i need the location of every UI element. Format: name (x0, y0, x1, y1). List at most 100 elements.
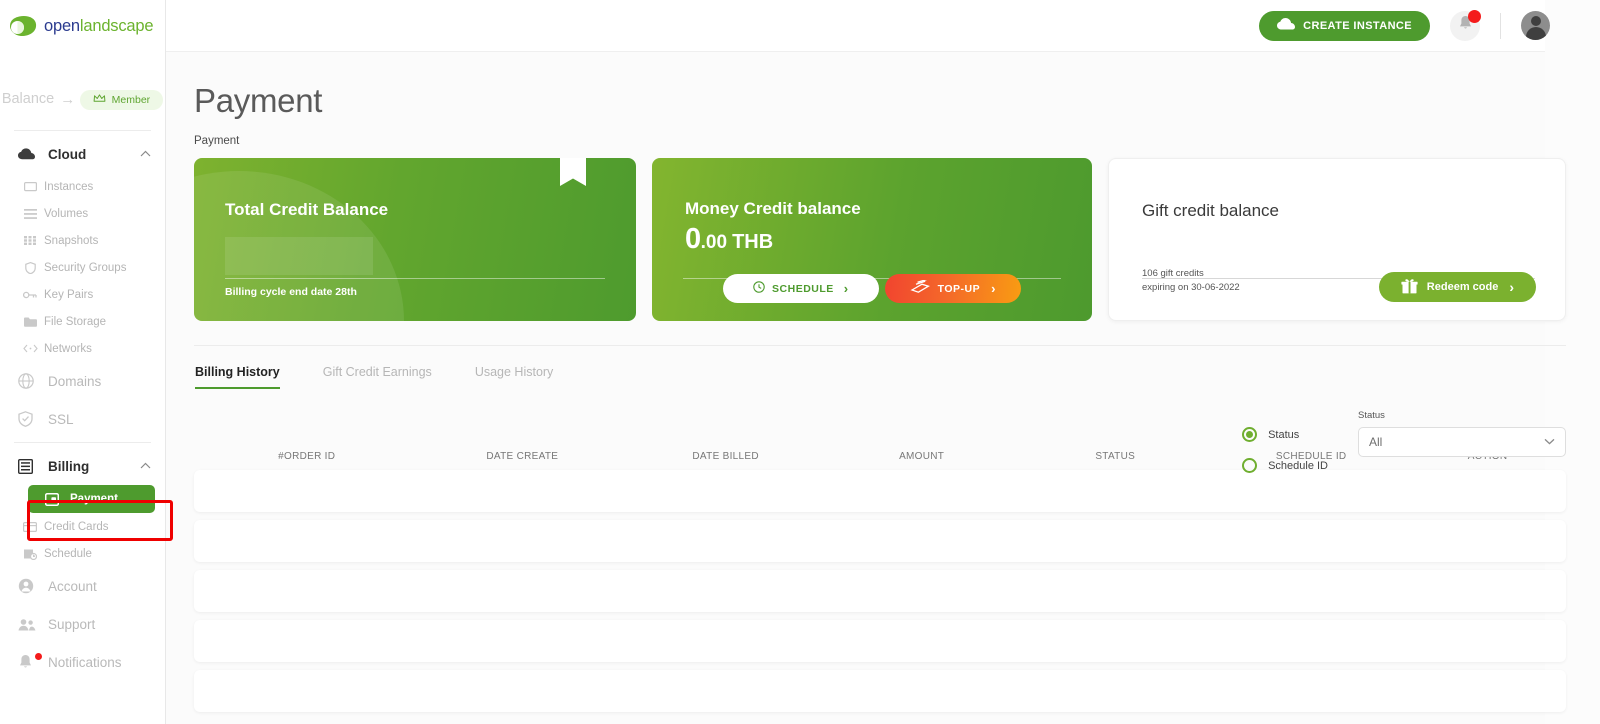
sidebar-group-support[interactable]: Support (0, 605, 165, 643)
credit-card-icon (910, 278, 930, 297)
sidebar-group-ssl[interactable]: SSL (0, 400, 165, 438)
billing-cycle-note: Billing cycle end date 28th (225, 286, 357, 298)
chevron-right-icon: › (1509, 279, 1514, 295)
sidebar-group-domains[interactable]: Domains (0, 362, 165, 400)
arrow-right-icon: → (60, 90, 76, 108)
radio-schedule-id-label: Schedule ID (1268, 459, 1328, 472)
sidebar-group-account[interactable]: Account (0, 567, 165, 605)
cloud-icon (1277, 18, 1296, 33)
sidebar-item-file-storage[interactable]: File Storage (0, 308, 165, 335)
clock-icon (753, 281, 765, 296)
sidebar-item-label: Instances (44, 180, 94, 193)
gift-credit-title: Gift credit balance (1142, 201, 1280, 220)
radio-status-label: Status (1268, 428, 1300, 441)
amount-decimal: .00 (700, 232, 728, 253)
chevron-up-icon[interactable] (140, 149, 151, 160)
calendar-clock-icon (20, 547, 40, 560)
radio-button-selected-icon (1242, 427, 1258, 442)
radio-schedule-id[interactable]: Schedule ID (1242, 450, 1328, 481)
code-icon (20, 344, 40, 353)
topup-button[interactable]: TOP-UP › (884, 274, 1021, 303)
card-divider (225, 278, 605, 279)
avatar-head (1530, 16, 1541, 26)
brand-logo[interactable]: openlandscape (0, 0, 165, 52)
sidebar-group-label: Support (48, 616, 96, 632)
column-status: STATUS (1095, 451, 1136, 462)
section-divider (194, 345, 1566, 346)
sidebar-group-label: SSL (48, 411, 74, 427)
cloud-icon (18, 148, 40, 160)
redeem-code-button[interactable]: Redeem code › (1378, 272, 1536, 302)
shield-check-icon (18, 411, 40, 427)
tab-gift-credit-earnings[interactable]: Gift Credit Earnings (323, 365, 432, 389)
sidebar-item-label: Schedule (44, 547, 92, 560)
radio-button-icon (1242, 458, 1258, 473)
billing-icon (18, 458, 40, 474)
grid-icon (20, 236, 40, 245)
sidebar-item-networks[interactable]: Networks (0, 335, 165, 362)
tab-usage-history[interactable]: Usage History (475, 365, 554, 389)
gift-credit-balance-card: Gift credit balance 106 gift credits exp… (1108, 158, 1566, 321)
brand-name: openlandscape (44, 16, 154, 36)
create-instance-label: CREATE INSTANCE (1303, 19, 1412, 32)
radio-status[interactable]: Status (1242, 419, 1328, 450)
globe-icon (18, 373, 40, 389)
history-tabs: Billing History Gift Credit Earnings Usa… (194, 365, 1566, 389)
chevron-down-icon (1544, 437, 1555, 447)
brand-name-open: open (44, 16, 80, 35)
sidebar-item-security-groups[interactable]: Security Groups (0, 254, 165, 281)
sidebar-group-label: Account (48, 578, 97, 594)
create-instance-button[interactable]: CREATE INSTANCE (1259, 10, 1430, 41)
gift-credits-expiry: expiring on 30-06-2022 (1142, 282, 1240, 294)
sidebar-group-notifications[interactable]: Notifications (0, 643, 165, 681)
sidebar-item-snapshots[interactable]: Snapshots (0, 227, 165, 254)
topbar: CREATE INSTANCE (166, 0, 1600, 52)
monitor-icon (20, 181, 40, 192)
main-area: CREATE INSTANCE Payment Payment Total Cr… (166, 0, 1600, 724)
filter-radio-group: Status Schedule ID (1242, 410, 1328, 481)
bell-icon (18, 653, 42, 670)
sidebar-item-label: File Storage (44, 315, 107, 328)
sidebar-group-label: Domains (48, 373, 102, 389)
status-select-label: Status (1358, 410, 1385, 421)
sidebar-group-billing[interactable]: Billing (0, 447, 165, 485)
sidebar-item-instances[interactable]: Instances (0, 173, 165, 200)
table-row[interactable] (194, 520, 1566, 562)
notification-dot (35, 653, 42, 660)
notifications-button[interactable] (1450, 9, 1481, 41)
sidebar-item-schedule[interactable]: Schedule (0, 540, 165, 567)
table-row[interactable] (194, 570, 1566, 612)
sidebar-item-label: Networks (44, 342, 92, 355)
sidebar-item-label: Volumes (44, 207, 89, 220)
sidebar-group-label: Notifications (48, 654, 122, 670)
sidebar-item-key-pairs[interactable]: Key Pairs (0, 281, 165, 308)
sidebar-item-payment[interactable]: Payment (28, 485, 155, 513)
sidebar-item-label: Security Groups (44, 261, 127, 274)
people-icon (18, 618, 40, 631)
sidebar-item-credit-cards[interactable]: Credit Cards (0, 513, 165, 540)
schedule-button[interactable]: SCHEDULE › (723, 274, 879, 303)
table-row[interactable] (194, 620, 1566, 662)
sidebar-item-volumes[interactable]: Volumes (0, 200, 165, 227)
status-select[interactable]: All (1358, 427, 1566, 457)
chevron-up-icon[interactable] (140, 461, 151, 472)
table-body (194, 470, 1566, 712)
table-row[interactable] (194, 670, 1566, 712)
sidebar-group-cloud[interactable]: Cloud (0, 135, 165, 173)
sidebar-nav: Cloud Instances Volumes Snapshots Securi… (0, 131, 165, 681)
filters: Status Schedule ID Status All (1242, 410, 1566, 481)
folder-icon (20, 317, 40, 327)
chevron-right-icon: › (991, 281, 996, 296)
amount-integer: 0 (685, 223, 701, 255)
member-label: Member (111, 94, 151, 106)
balance-link[interactable]: Balance → (2, 91, 75, 108)
gift-icon (1401, 278, 1418, 297)
tab-billing-history[interactable]: Billing History (195, 365, 280, 389)
page-title: Payment (194, 82, 323, 119)
sidebar-subnav-billing: Payment Credit Cards Schedule (0, 485, 165, 567)
redeem-label: Redeem code (1426, 281, 1499, 293)
total-credit-amount-redacted (225, 237, 373, 275)
avatar[interactable] (1521, 11, 1550, 40)
leaf-logo-icon (9, 15, 39, 37)
column-order-id: #ORDER ID (278, 451, 336, 462)
